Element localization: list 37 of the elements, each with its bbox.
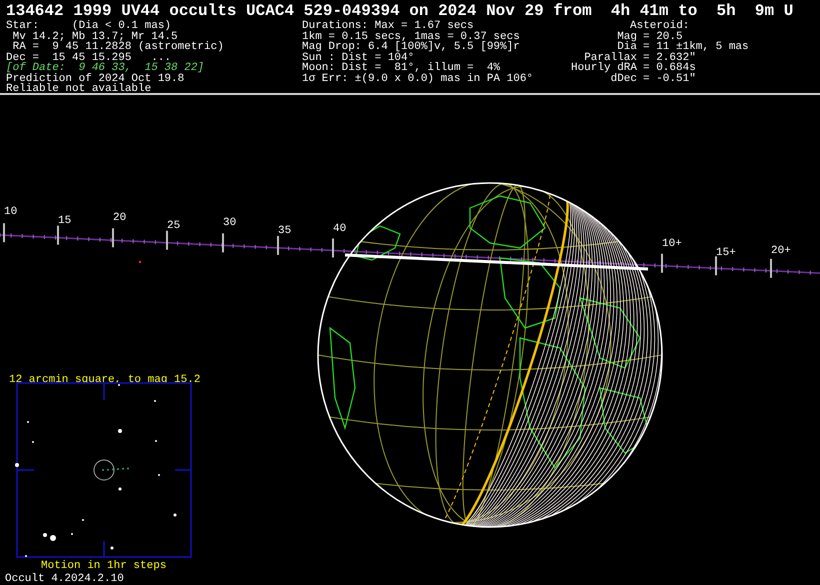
event-info-line: 1σ Err: ±(9.0 x 0.0) mas in PA 106° xyxy=(302,74,534,84)
asteroid-value: = 11 ±1km, 5 mas xyxy=(643,42,749,52)
star-info-line: Mv 14.2; Mb 13.7; Mr 14.5 xyxy=(12,32,178,42)
asteroid-label: Dia xyxy=(617,42,637,52)
time-label: 15 xyxy=(58,215,72,227)
asteroid-value: = 2.632" xyxy=(643,52,696,63)
time-label: 20+ xyxy=(771,245,791,257)
event-info-line: Mag Drop: 6.4 [100%]v, 5.5 [99%]r xyxy=(302,42,521,52)
asteroid-value: = 0.684s xyxy=(643,63,696,74)
time-label: 10 xyxy=(4,206,18,218)
asteroid-label: dDec xyxy=(610,74,637,84)
star-info-line: Dec = 15 45 15.295 ... xyxy=(6,52,172,63)
event-info-line: 1km = 0.15 secs, 1mas = 0.37 secs xyxy=(302,32,521,42)
asteroid-label: Parallax xyxy=(584,52,637,63)
time-label: 25 xyxy=(167,220,180,232)
time-label: 15+ xyxy=(716,247,736,259)
star-info-line: [of Date: 9 46 33, 15 38 22] xyxy=(6,63,206,74)
event-info-line: Moon: Dist = 81°, illum = 4% xyxy=(302,63,502,74)
version-label: Occult 4.2024.2.10 xyxy=(5,573,124,583)
asteroid-label: Mag xyxy=(616,32,637,42)
time-label: 20 xyxy=(113,212,126,224)
asteroid-value: = -0.51" xyxy=(643,74,696,84)
star-info-line: Reliable not available xyxy=(6,84,152,94)
time-label: 35 xyxy=(278,225,292,237)
star-chart-caption: Motion in 1hr steps xyxy=(41,560,166,572)
window-title: 134642 1999 UV44 occults UCAC4 529-049394 on 2024 Nov 29 from 4h 41m to 5h 9m U xyxy=(6,2,794,20)
event-info-line: Sun : Dist = 104° xyxy=(302,52,414,63)
asteroid-value: = 20.5 xyxy=(643,32,683,42)
time-label: 10+ xyxy=(662,238,682,250)
event-info-line: Durations: Max = 1.67 secs xyxy=(302,21,474,32)
star-info-line: RA = 9 45 11.2828 (astrometric) xyxy=(12,42,225,52)
asteroid-heading: Asteroid: xyxy=(630,21,690,32)
asteroid-label: Hourly dRA xyxy=(570,63,637,74)
time-label: 30 xyxy=(223,217,236,229)
time-label: 40 xyxy=(333,223,346,235)
star-info-line: Star: (Dia < 0.1 mas) xyxy=(6,21,172,32)
star-info-line: Prediction of 2024 Oct 19.8 xyxy=(6,74,186,84)
